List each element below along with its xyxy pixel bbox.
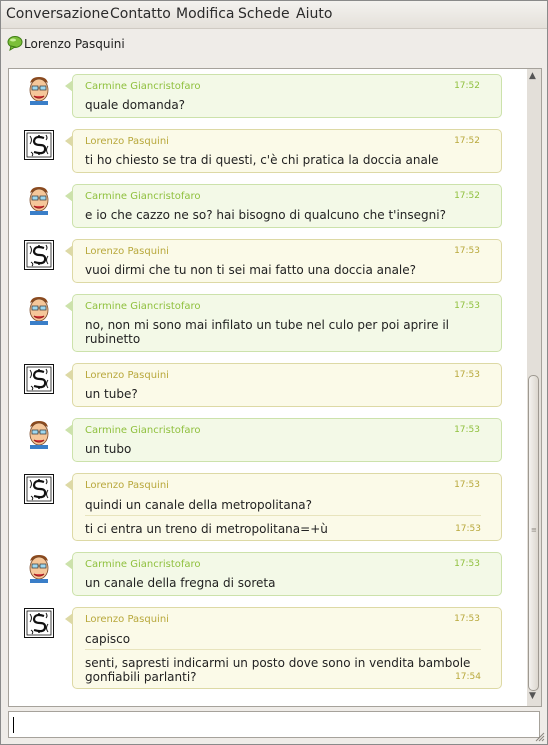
conversation-view[interactable]: Carmine Giancristofaro 17:52 quale domanda…: [8, 68, 528, 707]
text-caret: [13, 717, 14, 733]
scrollbar[interactable]: ▲ ≡ ▼: [527, 68, 542, 707]
cartoon-face-avatar-icon: [24, 185, 54, 215]
message-bubble: Carmine Giancristofaro 17:53 un tubo: [65, 418, 502, 462]
message-bubble: Lorenzo Pasquini 17:53 vuoi dirmi che tu n…: [65, 239, 502, 283]
cartoon-face-avatar-icon: [24, 295, 54, 325]
message-sender: Carmine Giancristofaro: [85, 301, 201, 312]
bubble-tail: [65, 190, 73, 202]
message-text: quale domanda?: [85, 98, 186, 112]
message-time: 17:53: [454, 425, 480, 435]
message-sender: Carmine Giancristofaro: [85, 81, 201, 92]
bubble-tail: [65, 135, 73, 147]
bubble-tail: [65, 245, 73, 257]
message-text: quindi un canale della metropolitana?: [85, 498, 313, 512]
bubble-tail: [65, 613, 73, 625]
menu-modifica[interactable]: Modifica: [176, 6, 235, 22]
message-text: un tube?: [85, 387, 138, 401]
message-time: 17:53: [454, 301, 480, 311]
message-text: un tubo: [85, 442, 132, 456]
message-bubble: Lorenzo Pasquini 17:53 quindi un canale de…: [65, 473, 502, 541]
message-text: e io che cazzo ne so? hai bisogno di qua…: [85, 208, 446, 222]
bubble-tail: [65, 80, 73, 92]
bubble-tail: [65, 558, 73, 570]
message-text: ti ho chiesto se tra di questi, c'è chi …: [85, 153, 439, 167]
contact-name[interactable]: Lorenzo Pasquini: [24, 37, 125, 51]
message-bubble: Lorenzo Pasquini 17:53 un tube?: [65, 363, 502, 407]
resize-grip-icon[interactable]: [535, 732, 545, 742]
message-text: un canale della fregna di soreta: [85, 576, 276, 590]
cartoon-face-avatar-icon: [24, 419, 54, 449]
bubble-tail: [65, 300, 73, 312]
message-sender: Lorenzo Pasquini: [85, 370, 169, 381]
message-bubble: Lorenzo Pasquini 17:53 capisco senti, sapre…: [65, 607, 502, 689]
message-text: vuoi dirmi che tu non ti sei mai fatto u…: [85, 263, 417, 277]
speech-bubble-icon: [7, 36, 23, 51]
message-sender: Lorenzo Pasquini: [85, 246, 169, 257]
menu-contatto[interactable]: Contatto: [110, 6, 171, 22]
message-separator: [85, 515, 481, 516]
menu-aiuto[interactable]: Aiuto: [296, 6, 332, 22]
message-sender: Lorenzo Pasquini: [85, 614, 169, 625]
message-text: senti, sapresti indicarmi un posto dove …: [85, 656, 471, 684]
menu-conversazione[interactable]: Conversazione: [6, 6, 109, 22]
message-input[interactable]: [8, 711, 540, 738]
ornate-letter-avatar-icon: [24, 240, 54, 270]
scroll-up-arrow-icon[interactable]: ▲: [529, 71, 536, 81]
message-time: 17:53: [454, 614, 480, 624]
message-bubble: Carmine Giancristofaro 17:52 quale domanda…: [65, 74, 502, 118]
chat-window: Conversazione Contatto Modifica Schede A…: [0, 0, 548, 745]
message-text: no, non mi sono mai infilato un tube nel…: [85, 318, 449, 346]
bubble-tail: [65, 424, 73, 436]
menu-bar: Conversazione Contatto Modifica Schede A…: [1, 1, 547, 29]
message-time: 17:52: [454, 191, 480, 201]
message-bubble: Carmine Giancristofaro 17:52 e io che cazz…: [65, 184, 502, 228]
message-time: 17:53: [454, 480, 480, 490]
message-time: 17:53: [454, 370, 480, 380]
cartoon-face-avatar-icon: [24, 553, 54, 583]
message-bubble: Lorenzo Pasquini 17:52 ti ho chiesto se tr…: [65, 129, 502, 173]
ornate-letter-avatar-icon: [24, 608, 54, 638]
bubble-tail: [65, 369, 73, 381]
message-sender: Lorenzo Pasquini: [85, 480, 169, 491]
bubble-tail: [65, 479, 73, 491]
cartoon-face-avatar-icon: [24, 75, 54, 105]
message-time: 17:54: [455, 672, 481, 682]
menu-schede[interactable]: Schede: [238, 6, 290, 22]
message-time: 17:53: [455, 524, 481, 534]
message-sender: Carmine Giancristofaro: [85, 425, 201, 436]
ornate-letter-avatar-icon: [24, 364, 54, 394]
message-text: capisco: [85, 632, 131, 646]
message-sender: Carmine Giancristofaro: [85, 559, 201, 570]
message-bubble: Carmine Giancristofaro 17:53 no, non mi so…: [65, 294, 502, 352]
message-bubble: Carmine Giancristofaro 17:53 un canale del…: [65, 552, 502, 596]
message-time: 17:52: [454, 136, 480, 146]
ornate-letter-avatar-icon: [24, 130, 54, 160]
scroll-down-arrow-icon[interactable]: ▼: [529, 691, 536, 701]
message-time: 17:53: [454, 559, 480, 569]
scrollbar-thumb[interactable]: ≡: [528, 375, 539, 691]
message-text: ti ci entra un treno di metropolitana=+ù: [85, 522, 328, 536]
message-time: 17:53: [454, 246, 480, 256]
message-sender: Carmine Giancristofaro: [85, 191, 201, 202]
message-sender: Lorenzo Pasquini: [85, 136, 169, 147]
contact-bar: Lorenzo Pasquini: [1, 29, 547, 59]
message-separator: [85, 649, 481, 650]
grip-icon: ≡: [531, 526, 537, 534]
message-time: 17:52: [454, 81, 480, 91]
ornate-letter-avatar-icon: [24, 474, 54, 504]
